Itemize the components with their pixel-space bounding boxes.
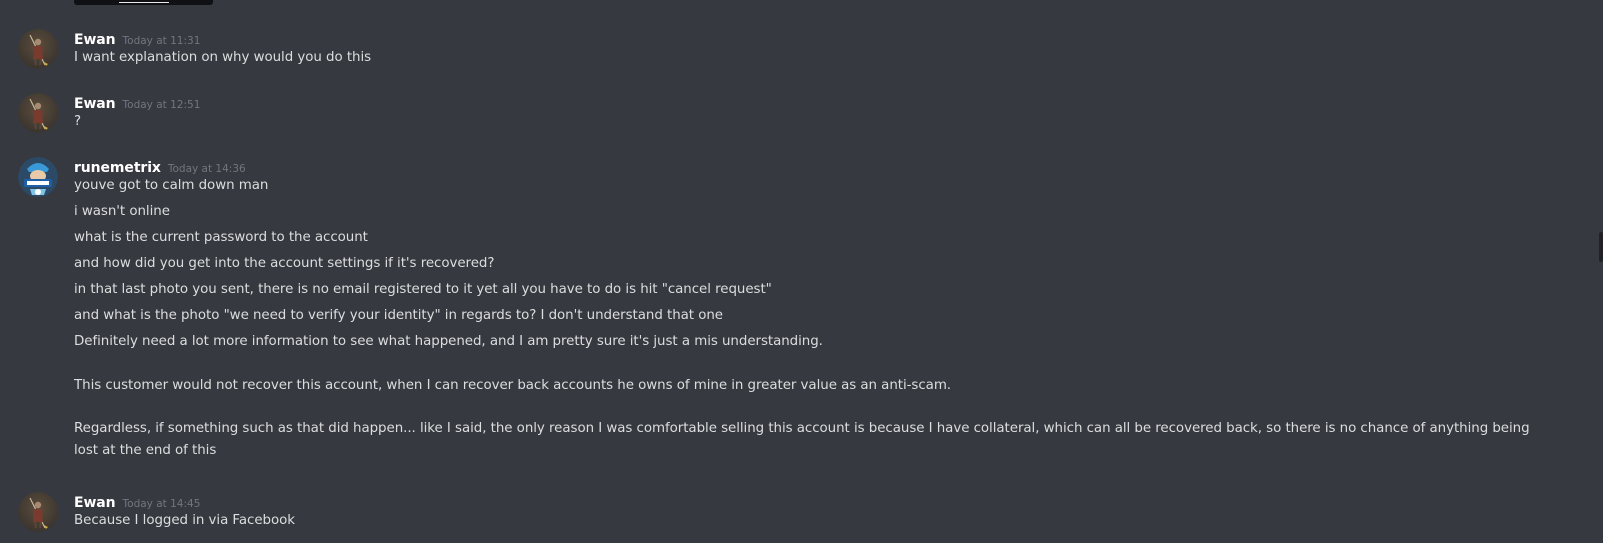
message-author[interactable]: Ewan	[74, 96, 116, 112]
message-text: and what is the photo "we need to verify…	[74, 308, 723, 323]
message-timestamp: Today at 14:36	[167, 163, 246, 175]
message-timestamp: Today at 12:51	[122, 99, 201, 111]
warrior-avatar-icon	[18, 93, 58, 133]
previous-embed-remnant	[74, 0, 213, 5]
message-author[interactable]: Ewan	[74, 32, 116, 48]
user-avatar[interactable]	[18, 492, 58, 532]
user-avatar[interactable]	[18, 157, 58, 197]
message-author[interactable]: runemetrix	[74, 160, 161, 176]
runemetrix-logo-avatar-icon	[18, 157, 58, 197]
scrollbar-thumb[interactable]	[1599, 232, 1603, 262]
message-text: ?	[74, 114, 82, 129]
message-author[interactable]: Ewan	[74, 495, 116, 511]
user-avatar[interactable]	[18, 93, 58, 133]
message-text: Because I logged in via Facebook	[74, 513, 295, 528]
message-text: This customer would not recover this acc…	[74, 378, 952, 393]
message-text: i wasn't online	[74, 204, 170, 219]
chat-message-list[interactable]: Ewan Today at 11:31 I want explanation on…	[0, 0, 1603, 543]
message-text: youve got to calm down man	[74, 178, 269, 193]
message-text: what is the current password to the acco…	[74, 230, 368, 245]
embed-underline	[119, 2, 169, 3]
warrior-avatar-icon	[18, 29, 58, 69]
message-text: I want explanation on why would you do t…	[74, 50, 372, 65]
message-timestamp: Today at 11:31	[122, 35, 201, 47]
message-text: Regardless, if something such as that di…	[74, 421, 1530, 458]
message-text: and how did you get into the account set…	[74, 256, 495, 271]
message-text: in that last photo you sent, there is no…	[74, 282, 772, 297]
message-timestamp: Today at 14:45	[122, 498, 201, 510]
warrior-avatar-icon	[18, 492, 58, 532]
user-avatar[interactable]	[18, 29, 58, 69]
message-text: Definitely need a lot more information t…	[74, 334, 823, 349]
